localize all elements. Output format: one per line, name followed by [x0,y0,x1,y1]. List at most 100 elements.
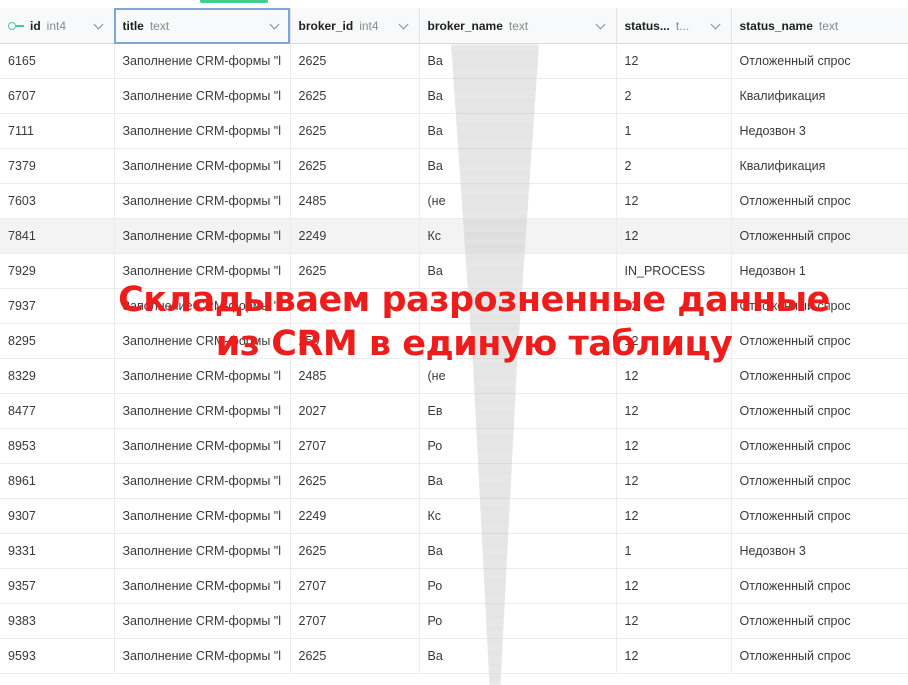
cell-title[interactable]: Заполнение CRM-формы "l [114,113,291,149]
cell-broker-id[interactable]: 2625 [290,148,420,184]
cell-broker-id[interactable]: 2625 [290,463,420,499]
cell-status-name[interactable]: Отложенный спрос [731,183,908,219]
cell-title[interactable]: Заполнение CRM-формы "l [114,603,291,639]
cell-title[interactable]: Заполнение CRM-формы "l [114,78,291,114]
cell-id[interactable]: 7603 [0,183,115,219]
cell-title[interactable]: Заполнение CRM-формы "l [114,428,291,464]
cell-title[interactable]: Заполнение CRM-формы "l [114,568,291,604]
cell-title[interactable]: Заполнение CRM-формы "l [114,498,291,534]
cell-status[interactable]: 12 [616,393,732,429]
cell-broker-id[interactable]: 2707 [290,428,420,464]
cell-status[interactable]: 1 [616,113,732,149]
cell-broker-name[interactable]: Кс [419,498,617,534]
column-header-status-name[interactable]: status_name text [731,8,908,44]
column-header-status[interactable]: status... t... [616,8,732,44]
cell-broker-name[interactable]: Ро [419,428,617,464]
cell-status[interactable]: 2 [616,148,732,184]
chevron-down-icon[interactable] [93,19,103,30]
column-header-id[interactable]: id int4 [0,8,115,44]
table-row[interactable]: 7841 Заполнение CRM-формы "l 2249 Кс 12 Отлож… [0,218,908,254]
cell-title[interactable]: Заполнение CRM-формы "l [114,148,291,184]
cell-broker-id[interactable]: 2625 [290,113,420,149]
cell-title[interactable]: Заполнение CRM-формы "l [114,183,291,219]
cell-id[interactable]: 9593 [0,638,115,674]
table-row[interactable]: 7603 Заполнение CRM-формы "l 2485 (не 12 Отло… [0,183,908,219]
cell-broker-name[interactable]: Ро [419,568,617,604]
cell-status[interactable]: 1 [616,533,732,569]
cell-broker-id[interactable]: 2249 [290,498,420,534]
chevron-down-icon[interactable] [595,19,605,30]
cell-id[interactable]: 7111 [0,113,115,149]
cell-broker-id[interactable]: 2625 [290,533,420,569]
cell-status[interactable]: 12 [616,638,732,674]
column-header-broker-id[interactable]: broker_id int4 [290,8,420,44]
cell-status-name[interactable]: Недозвон 3 [731,533,908,569]
cell-status-name[interactable]: Квалификация [731,78,908,114]
cell-status-name[interactable]: Отложенный спрос [731,498,908,534]
chevron-down-icon[interactable] [398,19,408,30]
cell-status-name[interactable]: Отложенный спрос [731,43,908,79]
cell-id[interactable]: 8953 [0,428,115,464]
cell-id[interactable]: 7841 [0,218,115,254]
cell-id[interactable]: 8961 [0,463,115,499]
table-row[interactable]: 7111 Заполнение CRM-формы "l 2625 Ва 1 Недозв… [0,113,908,149]
cell-id[interactable]: 9331 [0,533,115,569]
table-row[interactable]: 8961 Заполнение CRM-формы "l 2625 Ва 12 Отлож… [0,463,908,499]
cell-status-name[interactable]: Отложенный спрос [731,393,908,429]
cell-status[interactable]: 12 [616,428,732,464]
cell-broker-id[interactable]: 2707 [290,603,420,639]
cell-title[interactable]: Заполнение CRM-формы "l [114,218,291,254]
cell-id[interactable]: 8477 [0,393,115,429]
cell-status[interactable]: 12 [616,603,732,639]
cell-status[interactable]: 12 [616,218,732,254]
cell-id[interactable]: 9307 [0,498,115,534]
table-row[interactable]: 8477 Заполнение CRM-формы "l 2027 Ев 12 Отлож… [0,393,908,429]
column-header-title[interactable]: title text [114,8,291,44]
cell-title[interactable]: Заполнение CRM-формы "l [114,43,291,79]
cell-status[interactable]: 12 [616,463,732,499]
cell-status[interactable]: 12 [616,568,732,604]
cell-title[interactable]: Заполнение CRM-формы "l [114,463,291,499]
cell-broker-name[interactable]: Ва [419,533,617,569]
table-row[interactable]: 7379 Заполнение CRM-формы "l 2625 Ва 2 Квалиф… [0,148,908,184]
cell-broker-id[interactable]: 2625 [290,638,420,674]
cell-status[interactable]: 2 [616,78,732,114]
cell-id[interactable]: 9357 [0,568,115,604]
cell-broker-name[interactable]: Ва [419,463,617,499]
cell-status-name[interactable]: Отложенный спрос [731,638,908,674]
cell-status[interactable]: 12 [616,43,732,79]
cell-broker-id[interactable]: 2485 [290,183,420,219]
cell-status-name[interactable]: Недозвон 3 [731,113,908,149]
table-row[interactable]: 8953 Заполнение CRM-формы "l 2707 Ро 12 Отлож… [0,428,908,464]
cell-id[interactable]: 9383 [0,603,115,639]
cell-id[interactable]: 6165 [0,43,115,79]
table-row[interactable]: 9383 Заполнение CRM-формы "l 2707 Ро 12 Отлож… [0,603,908,639]
cell-id[interactable]: 6707 [0,78,115,114]
cell-status-name[interactable]: Отложенный спрос [731,218,908,254]
cell-broker-name[interactable]: Ва [419,638,617,674]
table-row[interactable]: 9307 Заполнение CRM-формы "l 2249 Кс 12 Отлож… [0,498,908,534]
cell-id[interactable]: 7379 [0,148,115,184]
cell-broker-id[interactable]: 2625 [290,78,420,114]
cell-broker-name[interactable]: Ев [419,393,617,429]
cell-status[interactable]: 12 [616,498,732,534]
cell-broker-id[interactable]: 2625 [290,43,420,79]
cell-title[interactable]: Заполнение CRM-формы "l [114,533,291,569]
table-row[interactable]: 9357 Заполнение CRM-формы "l 2707 Ро 12 Отлож… [0,568,908,604]
cell-status-name[interactable]: Отложенный спрос [731,603,908,639]
cell-status[interactable]: 12 [616,183,732,219]
table-row[interactable]: 9593 Заполнение CRM-формы "l 2625 Ва 12 Отлож… [0,638,908,674]
cell-status-name[interactable]: Квалификация [731,148,908,184]
cell-broker-id[interactable]: 2249 [290,218,420,254]
cell-status-name[interactable]: Отложенный спрос [731,568,908,604]
cell-broker-id[interactable]: 2707 [290,568,420,604]
cell-title[interactable]: Заполнение CRM-формы "l [114,638,291,674]
chevron-down-icon[interactable] [269,19,279,30]
cell-broker-name[interactable]: Ро [419,603,617,639]
cell-broker-id[interactable]: 2027 [290,393,420,429]
column-header-broker-name[interactable]: broker_name text [419,8,617,44]
cell-status-name[interactable]: Отложенный спрос [731,463,908,499]
cell-status-name[interactable]: Отложенный спрос [731,428,908,464]
table-row[interactable]: 9331 Заполнение CRM-формы "l 2625 Ва 1 Недозв… [0,533,908,569]
chevron-down-icon[interactable] [710,19,720,30]
